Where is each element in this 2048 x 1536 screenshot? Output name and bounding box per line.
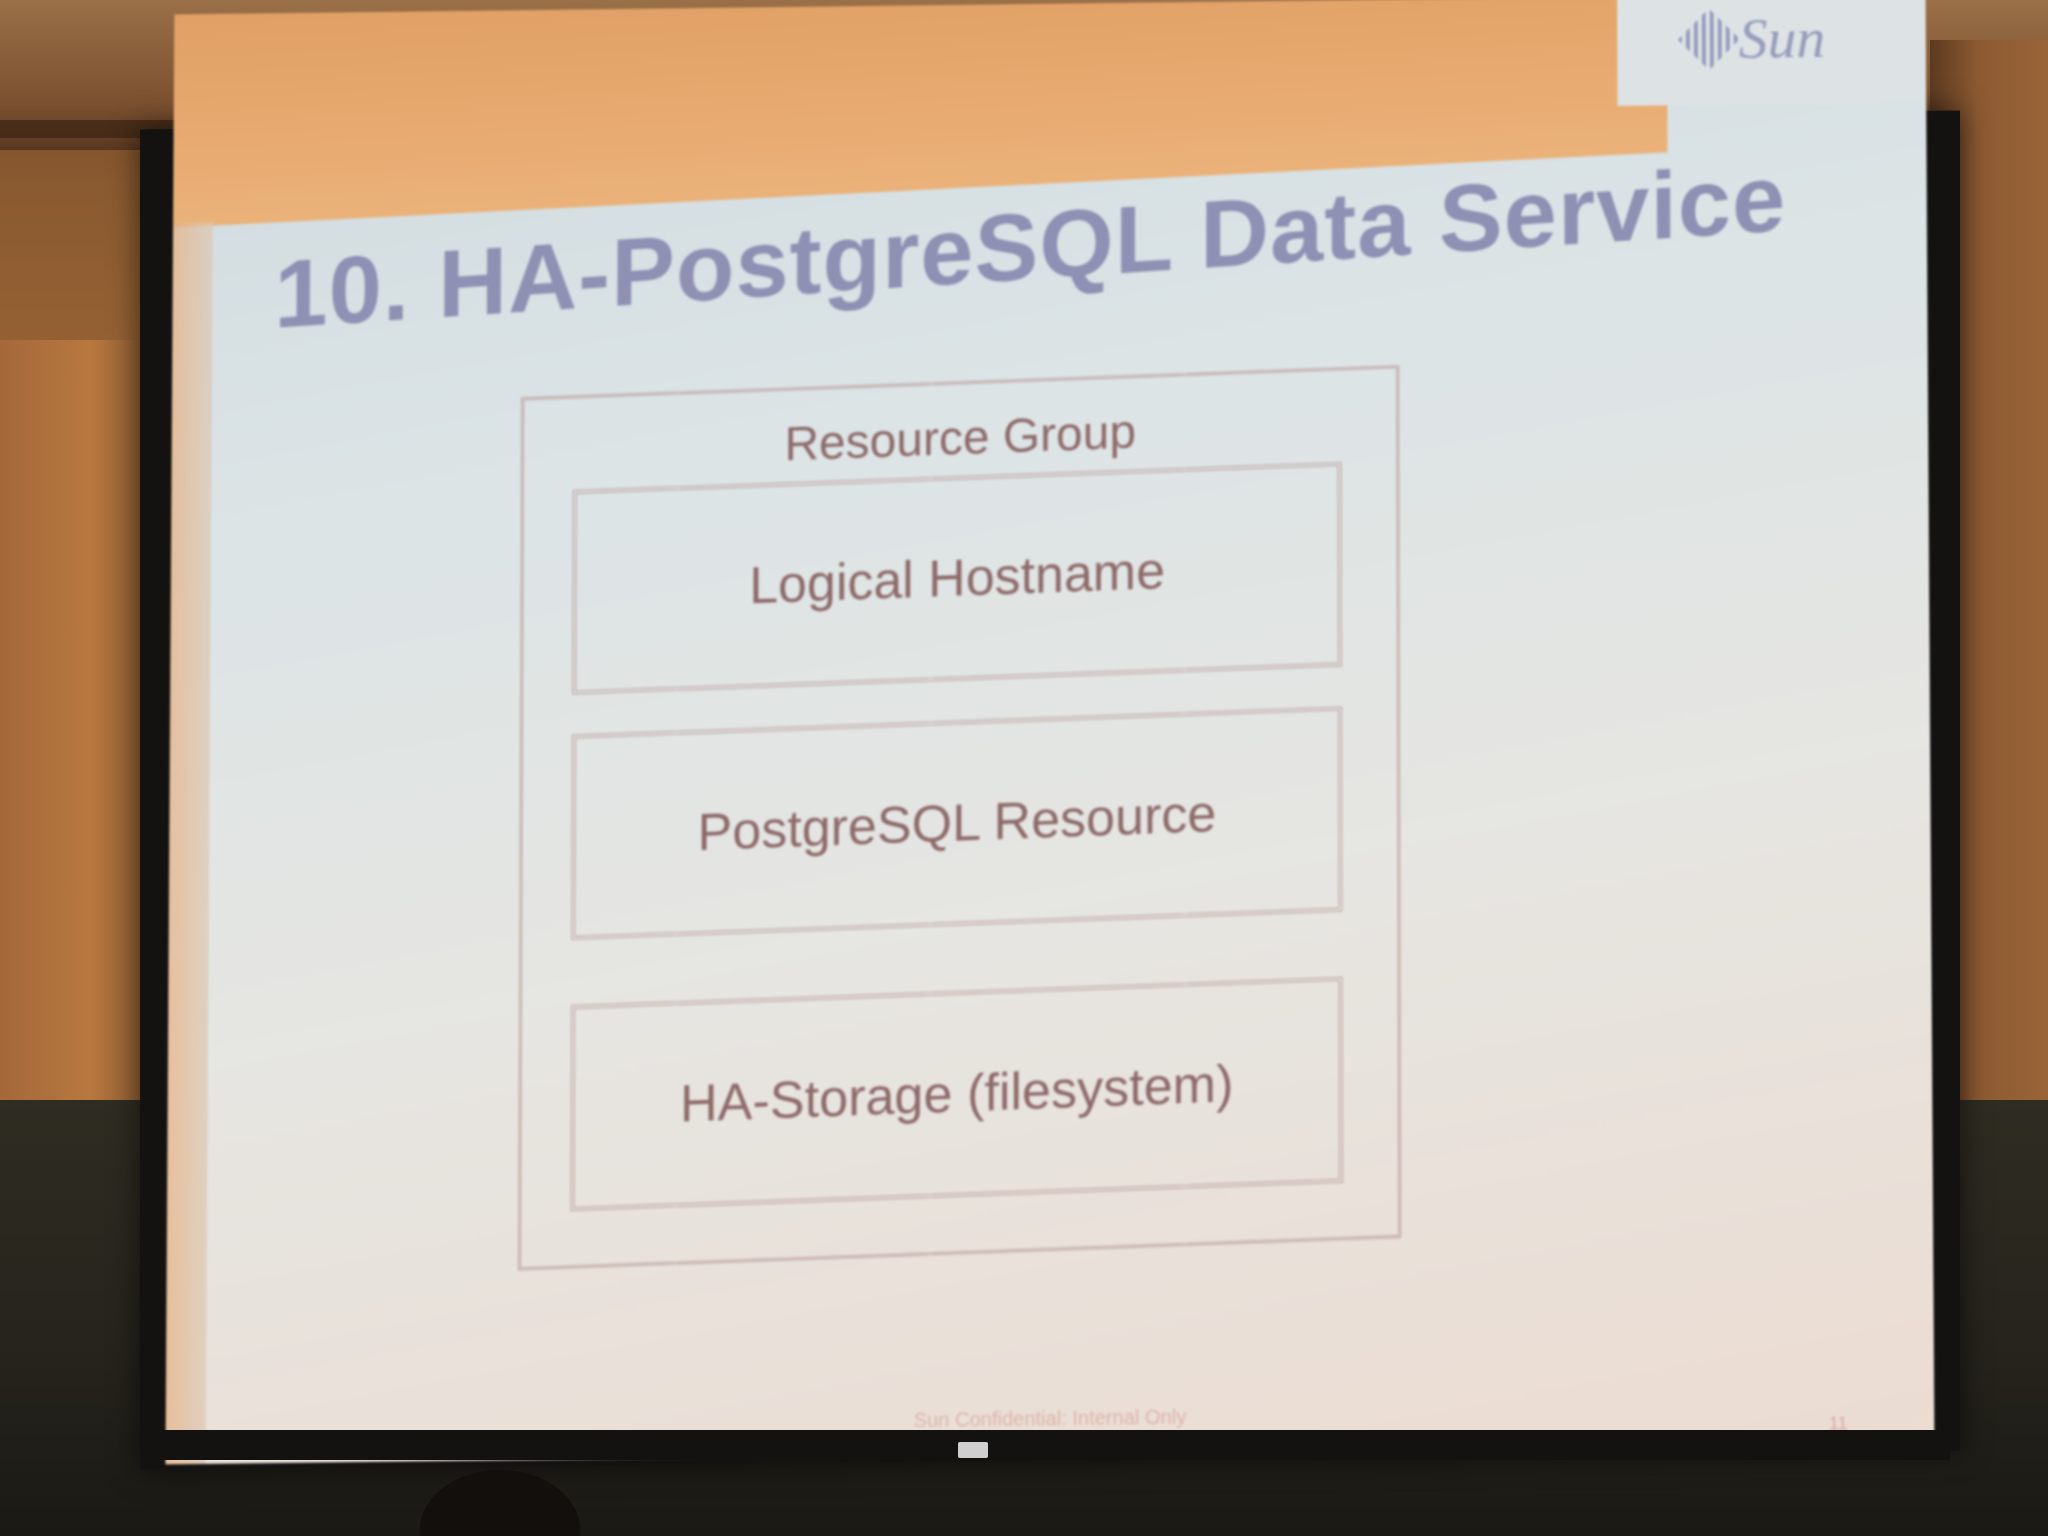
slide-left-edge [165, 222, 212, 1464]
room-photo: Sun 10. HA-PostgreSQL Data Service Resou… [0, 0, 2048, 1536]
ha-storage-box: HA-Storage (filesystem) [570, 977, 1343, 1211]
left-wall [0, 340, 150, 1100]
resource-group-diagram: Resource Group Logical Hostname PostgreS… [518, 365, 1406, 1278]
sun-logo-text: Sun [1739, 4, 1826, 71]
sun-logo: Sun [1687, 4, 1826, 72]
screen-bottom-bar [160, 1430, 1950, 1460]
sun-logo-icon [1678, 8, 1740, 70]
postgresql-resource-box: PostgreSQL Resource [571, 706, 1342, 939]
screen-pull-handle [958, 1442, 988, 1458]
logical-hostname-box: Logical Hostname [572, 462, 1342, 695]
projected-slide: Sun 10. HA-PostgreSQL Data Service Resou… [165, 0, 1934, 1464]
